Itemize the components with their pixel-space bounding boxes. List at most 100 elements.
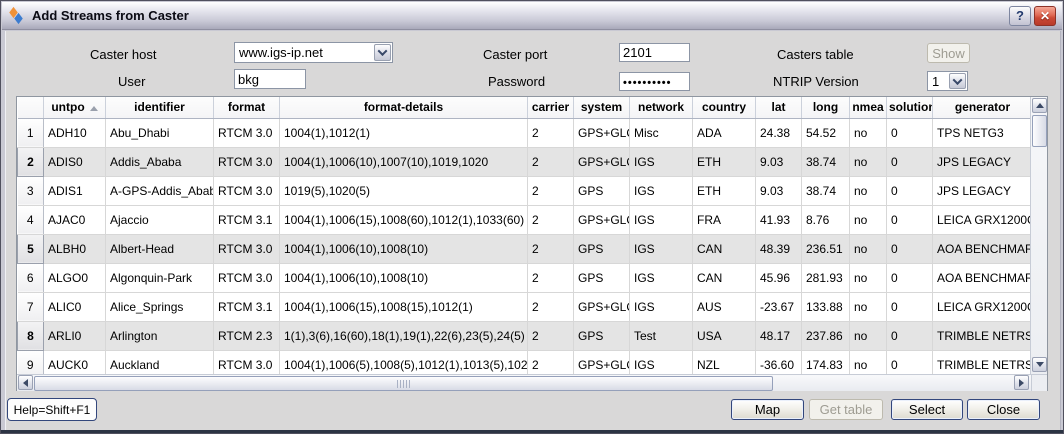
- cell-solution[interactable]: 0: [887, 263, 933, 292]
- cell-format-details[interactable]: 1004(1),1006(10),1008(10): [280, 234, 528, 263]
- cell-untpo[interactable]: ADH10: [44, 118, 106, 147]
- cell-long[interactable]: 237.86: [802, 321, 850, 350]
- cell-system[interactable]: GPS+GLO: [574, 292, 630, 321]
- cell-identifier[interactable]: Albert-Head: [106, 234, 214, 263]
- scroll-left-icon[interactable]: [18, 375, 33, 390]
- select-button[interactable]: Select: [891, 399, 963, 420]
- caster-host-combobox[interactable]: www.igs-ip.net: [234, 42, 393, 63]
- column-header-lat[interactable]: lat: [756, 97, 802, 118]
- cell-nmea[interactable]: no: [850, 118, 887, 147]
- horizontal-scrollbar[interactable]: [17, 374, 1031, 391]
- row-number[interactable]: 1: [18, 118, 44, 147]
- cell-untpo[interactable]: ARLI0: [44, 321, 106, 350]
- cell-identifier[interactable]: Auckland: [106, 350, 214, 374]
- cell-carrier[interactable]: 2: [528, 321, 574, 350]
- cell-network[interactable]: Misc: [630, 118, 693, 147]
- cell-untpo[interactable]: ALBH0: [44, 234, 106, 263]
- horizontal-scrollbar-thumb[interactable]: [34, 376, 773, 391]
- cell-lat[interactable]: -23.67: [756, 292, 802, 321]
- cell-lat[interactable]: 41.93: [756, 205, 802, 234]
- cell-generator[interactable]: AOA BENCHMARK: [933, 263, 1032, 292]
- cell-system[interactable]: GPS+GLO: [574, 205, 630, 234]
- cell-carrier[interactable]: 2: [528, 292, 574, 321]
- cell-solution[interactable]: 0: [887, 234, 933, 263]
- cell-format[interactable]: RTCM 3.1: [214, 205, 280, 234]
- column-header-carrier[interactable]: carrier: [528, 97, 574, 118]
- close-icon[interactable]: ✕: [1034, 6, 1056, 26]
- cell-format-details[interactable]: 1019(5),1020(5): [280, 176, 528, 205]
- cell-identifier[interactable]: Abu_Dhabi: [106, 118, 214, 147]
- cell-format-details[interactable]: 1004(1),1006(5),1008(5),1012(1),1013(5),…: [280, 350, 528, 374]
- cell-identifier[interactable]: Arlington: [106, 321, 214, 350]
- map-button[interactable]: Map: [731, 399, 804, 420]
- vertical-scrollbar[interactable]: [1030, 97, 1047, 374]
- row-number[interactable]: 5: [18, 234, 44, 263]
- cell-format-details[interactable]: 1004(1),1006(15),1008(15),1012(1): [280, 292, 528, 321]
- cell-system[interactable]: GPS: [574, 321, 630, 350]
- cell-lat[interactable]: 9.03: [756, 147, 802, 176]
- column-header-system[interactable]: system: [574, 97, 630, 118]
- column-header-format-details[interactable]: format-details: [280, 97, 528, 118]
- cell-long[interactable]: 174.83: [802, 350, 850, 374]
- cell-country[interactable]: NZL: [693, 350, 756, 374]
- column-header-format[interactable]: format: [214, 97, 280, 118]
- cell-carrier[interactable]: 2: [528, 176, 574, 205]
- cell-untpo[interactable]: ADIS0: [44, 147, 106, 176]
- cell-long[interactable]: 38.74: [802, 176, 850, 205]
- cell-system[interactable]: GPS: [574, 176, 630, 205]
- cell-lat[interactable]: 48.39: [756, 234, 802, 263]
- cell-network[interactable]: IGS: [630, 350, 693, 374]
- cell-untpo[interactable]: ALGO0: [44, 263, 106, 292]
- cell-long[interactable]: 38.74: [802, 147, 850, 176]
- cell-country[interactable]: CAN: [693, 263, 756, 292]
- cell-nmea[interactable]: no: [850, 205, 887, 234]
- column-header-generator[interactable]: generator: [933, 97, 1032, 118]
- cell-lat[interactable]: 45.96: [756, 263, 802, 292]
- cell-country[interactable]: CAN: [693, 234, 756, 263]
- cell-generator[interactable]: TRIMBLE NETRS: [933, 321, 1032, 350]
- cell-nmea[interactable]: no: [850, 147, 887, 176]
- cell-long[interactable]: 281.93: [802, 263, 850, 292]
- cell-format[interactable]: RTCM 3.0: [214, 176, 280, 205]
- column-header-network[interactable]: network: [630, 97, 693, 118]
- cell-format[interactable]: RTCM 3.0: [214, 147, 280, 176]
- cell-nmea[interactable]: no: [850, 176, 887, 205]
- cell-generator[interactable]: JPS LEGACY: [933, 147, 1032, 176]
- cell-format[interactable]: RTCM 3.0: [214, 350, 280, 374]
- cell-untpo[interactable]: AUCK0: [44, 350, 106, 374]
- cell-generator[interactable]: LEICA GRX1200GG: [933, 292, 1032, 321]
- cell-system[interactable]: GPS+GLO: [574, 147, 630, 176]
- cell-network[interactable]: IGS: [630, 147, 693, 176]
- column-header-identifier[interactable]: identifier: [106, 97, 214, 118]
- column-header-nmea[interactable]: nmea: [850, 97, 887, 118]
- cell-solution[interactable]: 0: [887, 118, 933, 147]
- cell-nmea[interactable]: no: [850, 321, 887, 350]
- cell-format[interactable]: RTCM 3.0: [214, 263, 280, 292]
- cell-format[interactable]: RTCM 2.3: [214, 321, 280, 350]
- cell-network[interactable]: Test: [630, 321, 693, 350]
- cell-format-details[interactable]: 1004(1),1012(1): [280, 118, 528, 147]
- cell-untpo[interactable]: ADIS1: [44, 176, 106, 205]
- scroll-down-icon[interactable]: [1032, 357, 1047, 372]
- cell-long[interactable]: 133.88: [802, 292, 850, 321]
- cell-carrier[interactable]: 2: [528, 147, 574, 176]
- cell-country[interactable]: ADA: [693, 118, 756, 147]
- cell-long[interactable]: 54.52: [802, 118, 850, 147]
- cell-system[interactable]: GPS+GLO: [574, 350, 630, 374]
- cell-nmea[interactable]: no: [850, 350, 887, 374]
- cell-format-details[interactable]: 1004(1),1006(15),1008(60),1012(1),1033(6…: [280, 205, 528, 234]
- get-table-button[interactable]: Get table: [809, 399, 883, 420]
- cell-solution[interactable]: 0: [887, 147, 933, 176]
- cell-format[interactable]: RTCM 3.0: [214, 234, 280, 263]
- titlebar[interactable]: Add Streams from Caster ? ✕: [2, 2, 1062, 30]
- show-button[interactable]: Show: [927, 43, 970, 63]
- cell-network[interactable]: IGS: [630, 176, 693, 205]
- column-header-solution[interactable]: solution: [887, 97, 933, 118]
- scroll-up-icon[interactable]: [1032, 98, 1047, 113]
- column-header-country[interactable]: country: [693, 97, 756, 118]
- chevron-down-icon[interactable]: [949, 73, 966, 89]
- table-row[interactable]: 2ADIS0Addis_AbabaRTCM 3.01004(1),1006(10…: [18, 147, 1032, 176]
- ntrip-version-combobox[interactable]: 1: [927, 71, 968, 91]
- column-header-untpo[interactable]: untpo: [44, 97, 106, 118]
- cell-solution[interactable]: 0: [887, 292, 933, 321]
